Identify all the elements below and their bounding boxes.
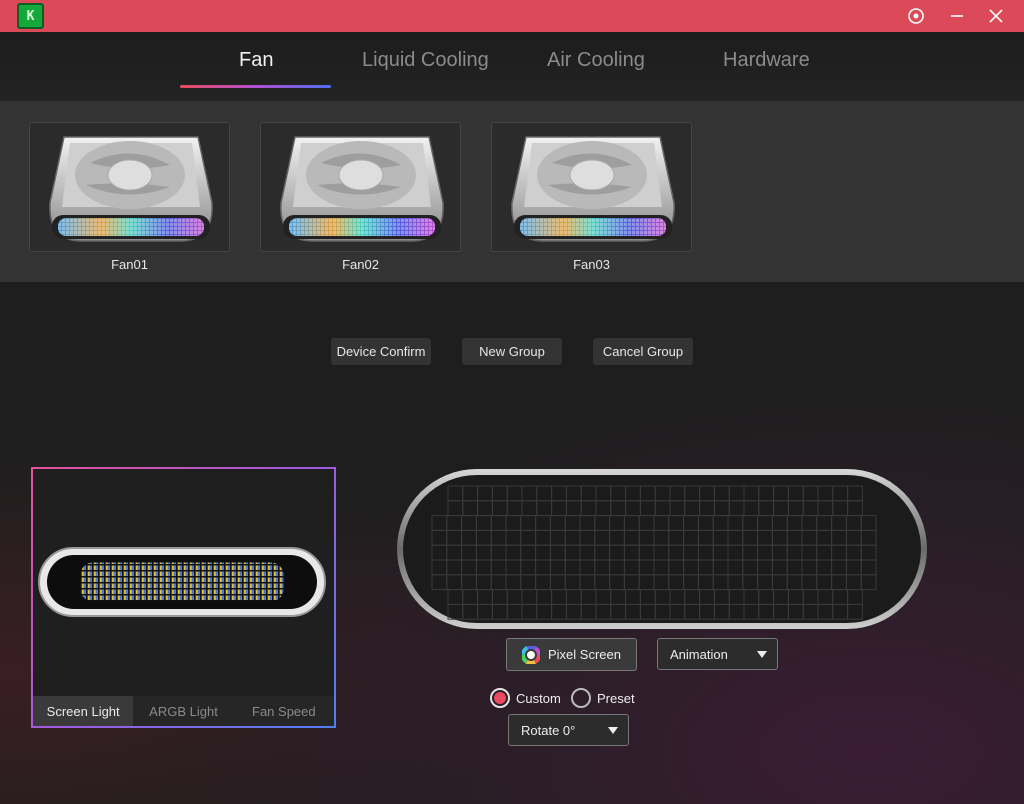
tab-fan-speed[interactable]: Fan Speed <box>234 696 334 726</box>
settings-icon[interactable] <box>896 0 936 32</box>
fan-device-card[interactable] <box>29 122 230 252</box>
tab-air-cooling[interactable]: Air Cooling <box>547 49 645 72</box>
pixel-screen-canvas[interactable] <box>394 466 930 632</box>
fan-device-card[interactable] <box>491 122 692 252</box>
animation-select[interactable]: Animation <box>657 638 778 670</box>
pixel-screen-button[interactable]: Pixel Screen <box>506 638 637 671</box>
minimize-icon[interactable] <box>937 0 977 32</box>
preview-mode-tabs: Screen Light ARGB Light Fan Speed <box>33 696 334 726</box>
device-confirm-button[interactable]: Device Confirm <box>331 338 431 365</box>
chevron-down-icon <box>608 727 618 734</box>
radio-selected-icon <box>490 688 510 708</box>
device-list: Fan01 Fan02 Fan03 <box>0 101 1024 282</box>
tab-fan[interactable]: Fan <box>239 49 273 72</box>
new-group-button[interactable]: New Group <box>462 338 562 365</box>
radio-unselected-icon <box>571 688 591 708</box>
title-bar: K <box>0 0 1024 32</box>
tab-hardware[interactable]: Hardware <box>723 49 810 72</box>
tab-liquid-cooling[interactable]: Liquid Cooling <box>362 49 489 72</box>
close-icon[interactable] <box>976 0 1016 32</box>
cancel-group-button[interactable]: Cancel Group <box>593 338 693 365</box>
tab-screen-light[interactable]: Screen Light <box>33 696 134 726</box>
fan-device-card[interactable] <box>260 122 461 252</box>
fan-image <box>280 136 444 242</box>
chevron-down-icon <box>757 651 767 658</box>
custom-radio[interactable]: Custom <box>490 688 561 708</box>
tab-argb-light[interactable]: ARGB Light <box>133 696 233 726</box>
app-logo: K <box>17 3 44 29</box>
app-window: K Fan Liquid Cooling Air Cooling Hardwar… <box>0 0 1024 804</box>
preset-radio[interactable]: Preset <box>571 688 635 708</box>
rotate-select[interactable]: Rotate 0° <box>508 714 629 746</box>
main-tabs: Fan Liquid Cooling Air Cooling Hardware <box>0 32 1024 101</box>
fan-device-name: Fan02 <box>342 257 379 272</box>
light-preview-panel: Screen Light ARGB Light Fan Speed <box>31 467 336 728</box>
fan-device-name: Fan01 <box>111 257 148 272</box>
rotate-select-value: Rotate 0° <box>521 722 576 738</box>
fan-image <box>49 136 213 242</box>
pixel-screen-label: Pixel Screen <box>548 647 621 662</box>
active-tab-indicator <box>180 85 331 88</box>
custom-radio-label: Custom <box>516 690 561 706</box>
fan-device-name: Fan03 <box>573 257 610 272</box>
fan-image <box>511 136 675 242</box>
preset-radio-label: Preset <box>597 690 635 706</box>
screen-light-preview-image <box>38 547 326 617</box>
color-wheel-icon <box>522 645 540 664</box>
animation-select-value: Animation <box>670 646 728 662</box>
